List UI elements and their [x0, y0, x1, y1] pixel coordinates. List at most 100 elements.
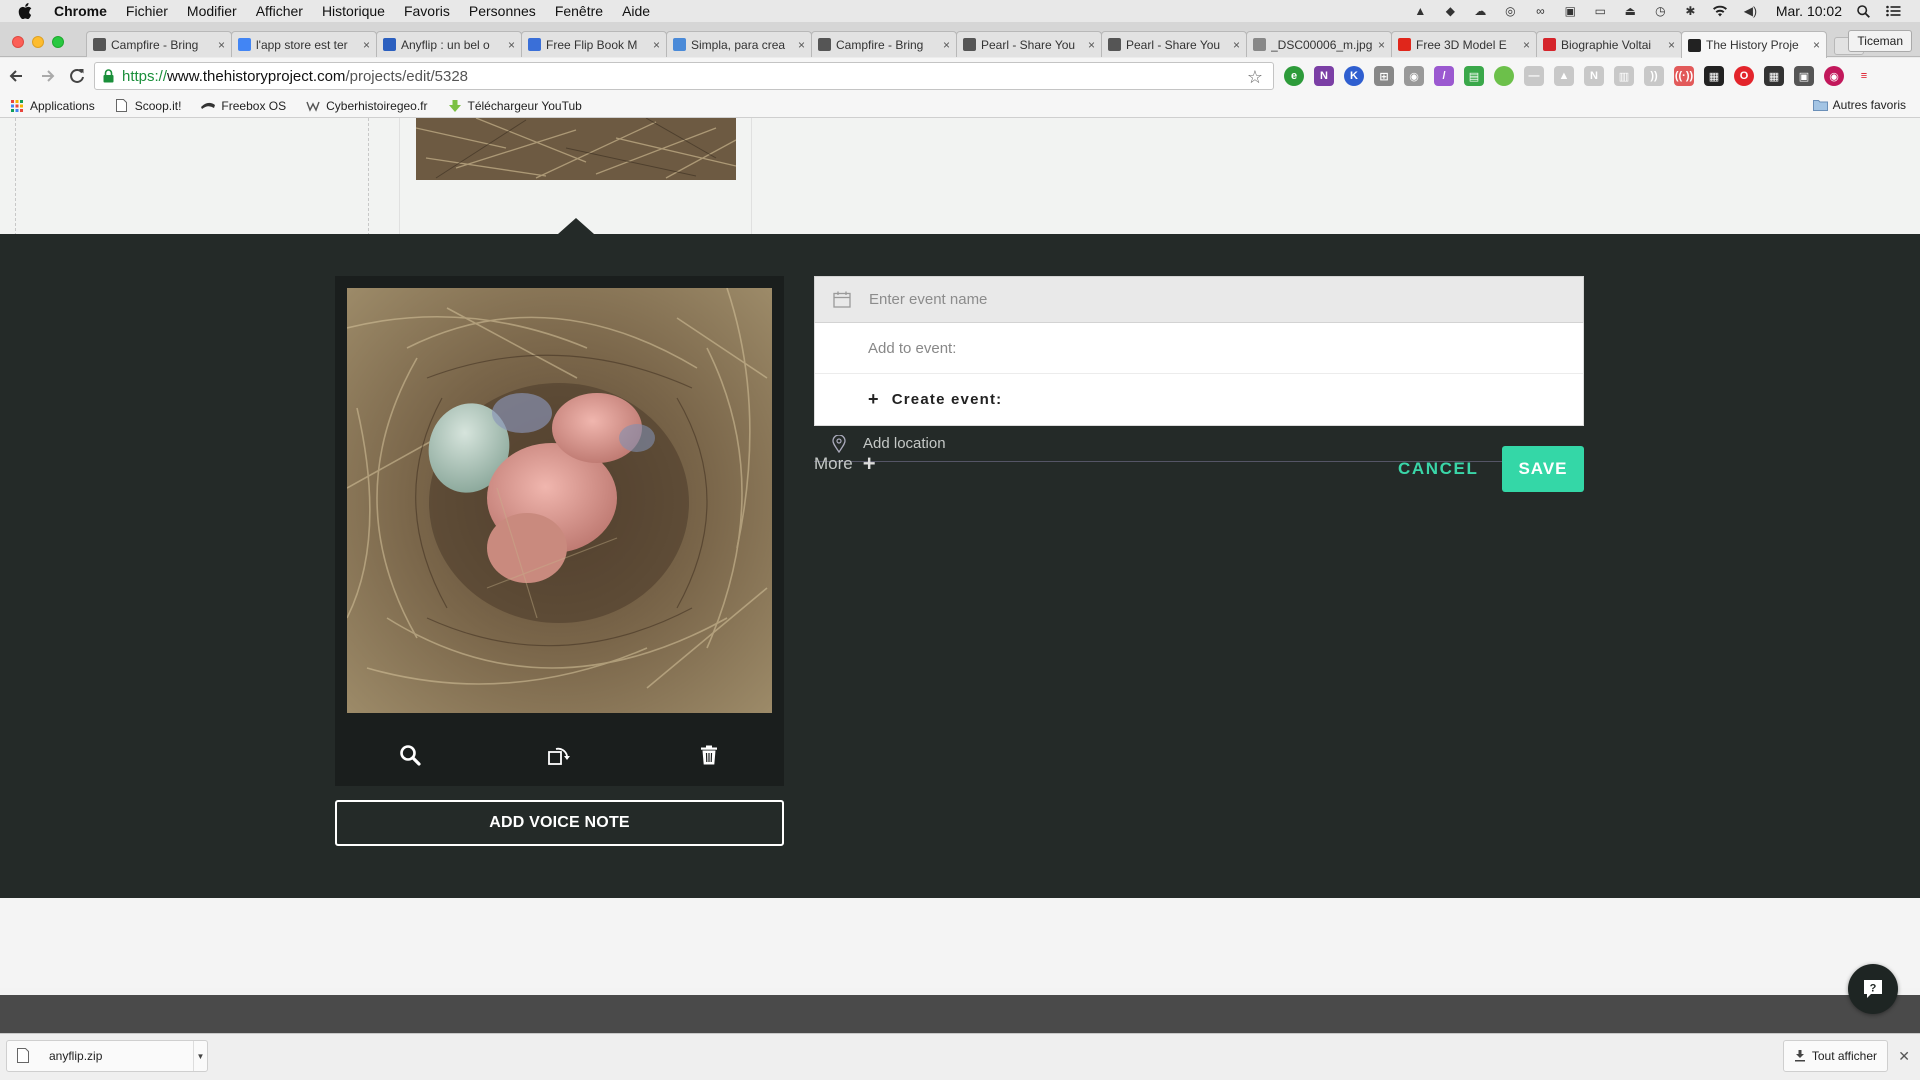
key-extension-icon[interactable]: — [1524, 66, 1544, 86]
save-button[interactable]: SAVE [1502, 446, 1584, 492]
volume-icon[interactable]: ◀) [1742, 4, 1759, 18]
menu-favoris[interactable]: Favoris [404, 3, 450, 19]
download-item[interactable]: anyflip.zip ▼ [6, 1040, 208, 1072]
event-name-input[interactable]: Enter event name [814, 276, 1584, 323]
eject-icon[interactable]: ⏏ [1622, 4, 1639, 18]
browser-tab[interactable]: The History Proje × [1681, 31, 1827, 58]
add-voice-note-button[interactable]: ADD VOICE NOTE [335, 800, 784, 846]
rotate-icon[interactable] [539, 735, 579, 775]
dropbox-icon[interactable]: ◆ [1442, 4, 1459, 18]
camera-extension-icon[interactable]: ◉ [1404, 66, 1424, 86]
cast-extension-icon[interactable]: ((·)) [1674, 66, 1694, 86]
k-extension-icon[interactable]: K [1344, 66, 1364, 86]
bookmark-freebox[interactable]: Freebox OS [201, 99, 286, 113]
stamp-extension-icon[interactable]: ⊞ [1374, 66, 1394, 86]
browser-tab[interactable]: Free 3D Model E × [1391, 31, 1537, 57]
profile-button[interactable]: Ticeman [1848, 30, 1912, 52]
rss-extension-icon[interactable]: )) [1644, 66, 1664, 86]
close-window-button[interactable] [12, 36, 24, 48]
n-extension-icon[interactable]: N [1584, 66, 1604, 86]
pages-extension-icon[interactable]: ▥ [1614, 66, 1634, 86]
tab-close-icon[interactable]: × [363, 38, 370, 52]
selected-media-thumbnail[interactable] [416, 118, 736, 180]
add-to-event-option[interactable]: Add to event: [815, 323, 1583, 374]
browser-tab[interactable]: Free Flip Book M × [521, 31, 667, 57]
drop-extension-icon[interactable]: ▲ [1554, 66, 1574, 86]
chrome-menu-icon[interactable]: ≡ [1854, 66, 1874, 86]
browser-tab[interactable]: Campfire - Bring × [811, 31, 957, 57]
bookmark-star-icon[interactable]: ☆ [1247, 67, 1263, 88]
tab-close-icon[interactable]: × [1523, 38, 1530, 52]
tab-close-icon[interactable]: × [1378, 38, 1385, 52]
pink-extension-icon[interactable]: ◉ [1824, 66, 1844, 86]
tab-close-icon[interactable]: × [1813, 38, 1820, 52]
trash-icon[interactable] [689, 735, 729, 775]
green-dot-extension-icon[interactable] [1494, 66, 1514, 86]
bluetooth-icon[interactable]: ✱ [1682, 4, 1699, 18]
creative-cloud-icon[interactable]: ∞ [1532, 4, 1549, 18]
qr2-extension-icon[interactable]: ▦ [1764, 66, 1784, 86]
tab-close-icon[interactable]: × [508, 38, 515, 52]
screen-extension-icon[interactable]: ▣ [1794, 66, 1814, 86]
cloud-icon[interactable]: ☁ [1472, 4, 1489, 18]
menu-modifier[interactable]: Modifier [187, 3, 237, 19]
browser-tab[interactable]: l'app store est ter × [231, 31, 377, 57]
address-bar[interactable]: https://www.thehistoryproject.com/projec… [94, 62, 1274, 90]
tab-close-icon[interactable]: × [798, 38, 805, 52]
bookmark-applications[interactable]: Applications [10, 99, 95, 113]
secure-lock-icon[interactable] [103, 69, 114, 83]
zoom-search-icon[interactable] [390, 735, 430, 775]
menu-fichier[interactable]: Fichier [126, 3, 168, 19]
browser-tab[interactable]: Anyflip : un bel o × [376, 31, 522, 57]
menu-app-name[interactable]: Chrome [54, 3, 107, 19]
menu-aide[interactable]: Aide [622, 3, 650, 19]
bookmark-youtube-downloader[interactable]: Téléchargeur YouTub [448, 99, 582, 113]
tab-close-icon[interactable]: × [1668, 38, 1675, 52]
browser-tab[interactable]: Biographie Voltai × [1536, 31, 1682, 57]
browser-tab[interactable]: Pearl - Share You × [1101, 31, 1247, 57]
menu-historique[interactable]: Historique [322, 3, 385, 19]
sync-icon[interactable]: ◎ [1502, 4, 1519, 18]
opera-extension-icon[interactable]: O [1734, 66, 1754, 86]
show-all-downloads-button[interactable]: Tout afficher [1782, 1040, 1888, 1072]
tab-close-icon[interactable]: × [1233, 38, 1240, 52]
evernote-extension-icon[interactable]: e [1284, 66, 1304, 86]
menu-afficher[interactable]: Afficher [256, 3, 303, 19]
more-options-toggle[interactable]: More + [814, 451, 876, 477]
airplay-icon[interactable]: ▭ [1592, 4, 1609, 18]
drive-icon[interactable]: ▲ [1412, 4, 1429, 18]
apple-menu-icon[interactable] [18, 3, 38, 19]
screenshot-icon[interactable]: ▣ [1562, 4, 1579, 18]
menu-clock[interactable]: Mar. 10:02 [1776, 3, 1842, 19]
close-download-shelf-icon[interactable]: ✕ [1898, 1048, 1910, 1065]
bookmark-other-favorites[interactable]: Autres favoris [1812, 98, 1906, 112]
browser-tab[interactable]: _DSC00006_m.jpg × [1246, 31, 1392, 57]
menu-personnes[interactable]: Personnes [469, 3, 536, 19]
minimize-window-button[interactable] [32, 36, 44, 48]
browser-tab[interactable]: Simpla, para crea × [666, 31, 812, 57]
time-machine-icon[interactable]: ◷ [1652, 4, 1669, 18]
onenote-extension-icon[interactable]: N [1314, 66, 1334, 86]
tab-close-icon[interactable]: × [943, 38, 950, 52]
cancel-button[interactable]: CANCEL [1398, 446, 1478, 492]
create-event-option[interactable]: + Create event: [815, 374, 1583, 425]
spotlight-search-icon[interactable] [1855, 4, 1872, 18]
bookmark-scoopit[interactable]: Scoop.it! [115, 99, 181, 113]
tab-close-icon[interactable]: × [218, 38, 225, 52]
reload-button[interactable] [62, 67, 92, 85]
help-chat-button[interactable]: ? [1848, 964, 1898, 1014]
print-extension-icon[interactable]: ▤ [1464, 66, 1484, 86]
browser-tab[interactable]: Pearl - Share You × [956, 31, 1102, 57]
menu-fenetre[interactable]: Fenêtre [555, 3, 603, 19]
browser-tab[interactable]: Campfire - Bring × [86, 31, 232, 57]
bookmark-cyberhistoire[interactable]: Cyberhistoiregeo.fr [306, 99, 428, 113]
tab-close-icon[interactable]: × [1088, 38, 1095, 52]
tab-close-icon[interactable]: × [653, 38, 660, 52]
forward-button[interactable] [32, 67, 62, 85]
download-options-icon[interactable]: ▼ [193, 1041, 207, 1071]
zoom-window-button[interactable] [52, 36, 64, 48]
qr-extension-icon[interactable]: ▦ [1704, 66, 1724, 86]
wifi-icon[interactable] [1712, 4, 1729, 18]
pen-extension-icon[interactable]: / [1434, 66, 1454, 86]
notification-center-icon[interactable] [1885, 4, 1902, 18]
